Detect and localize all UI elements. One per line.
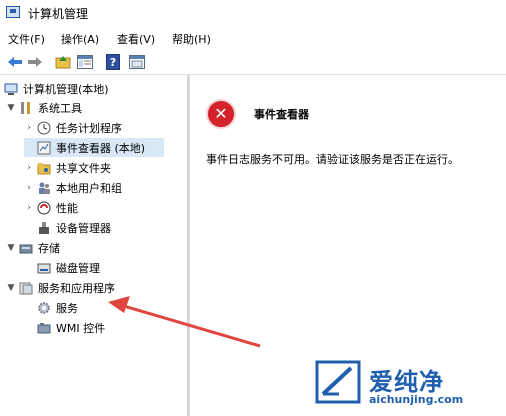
watermark-text: 爱纯净 (369, 368, 444, 396)
watermark-logo-icon (315, 360, 361, 404)
watermark-url: aichunjing.com (369, 393, 464, 406)
annotation-arrow (108, 296, 261, 348)
watermark: 爱纯净 aichunjing.com (315, 360, 503, 412)
